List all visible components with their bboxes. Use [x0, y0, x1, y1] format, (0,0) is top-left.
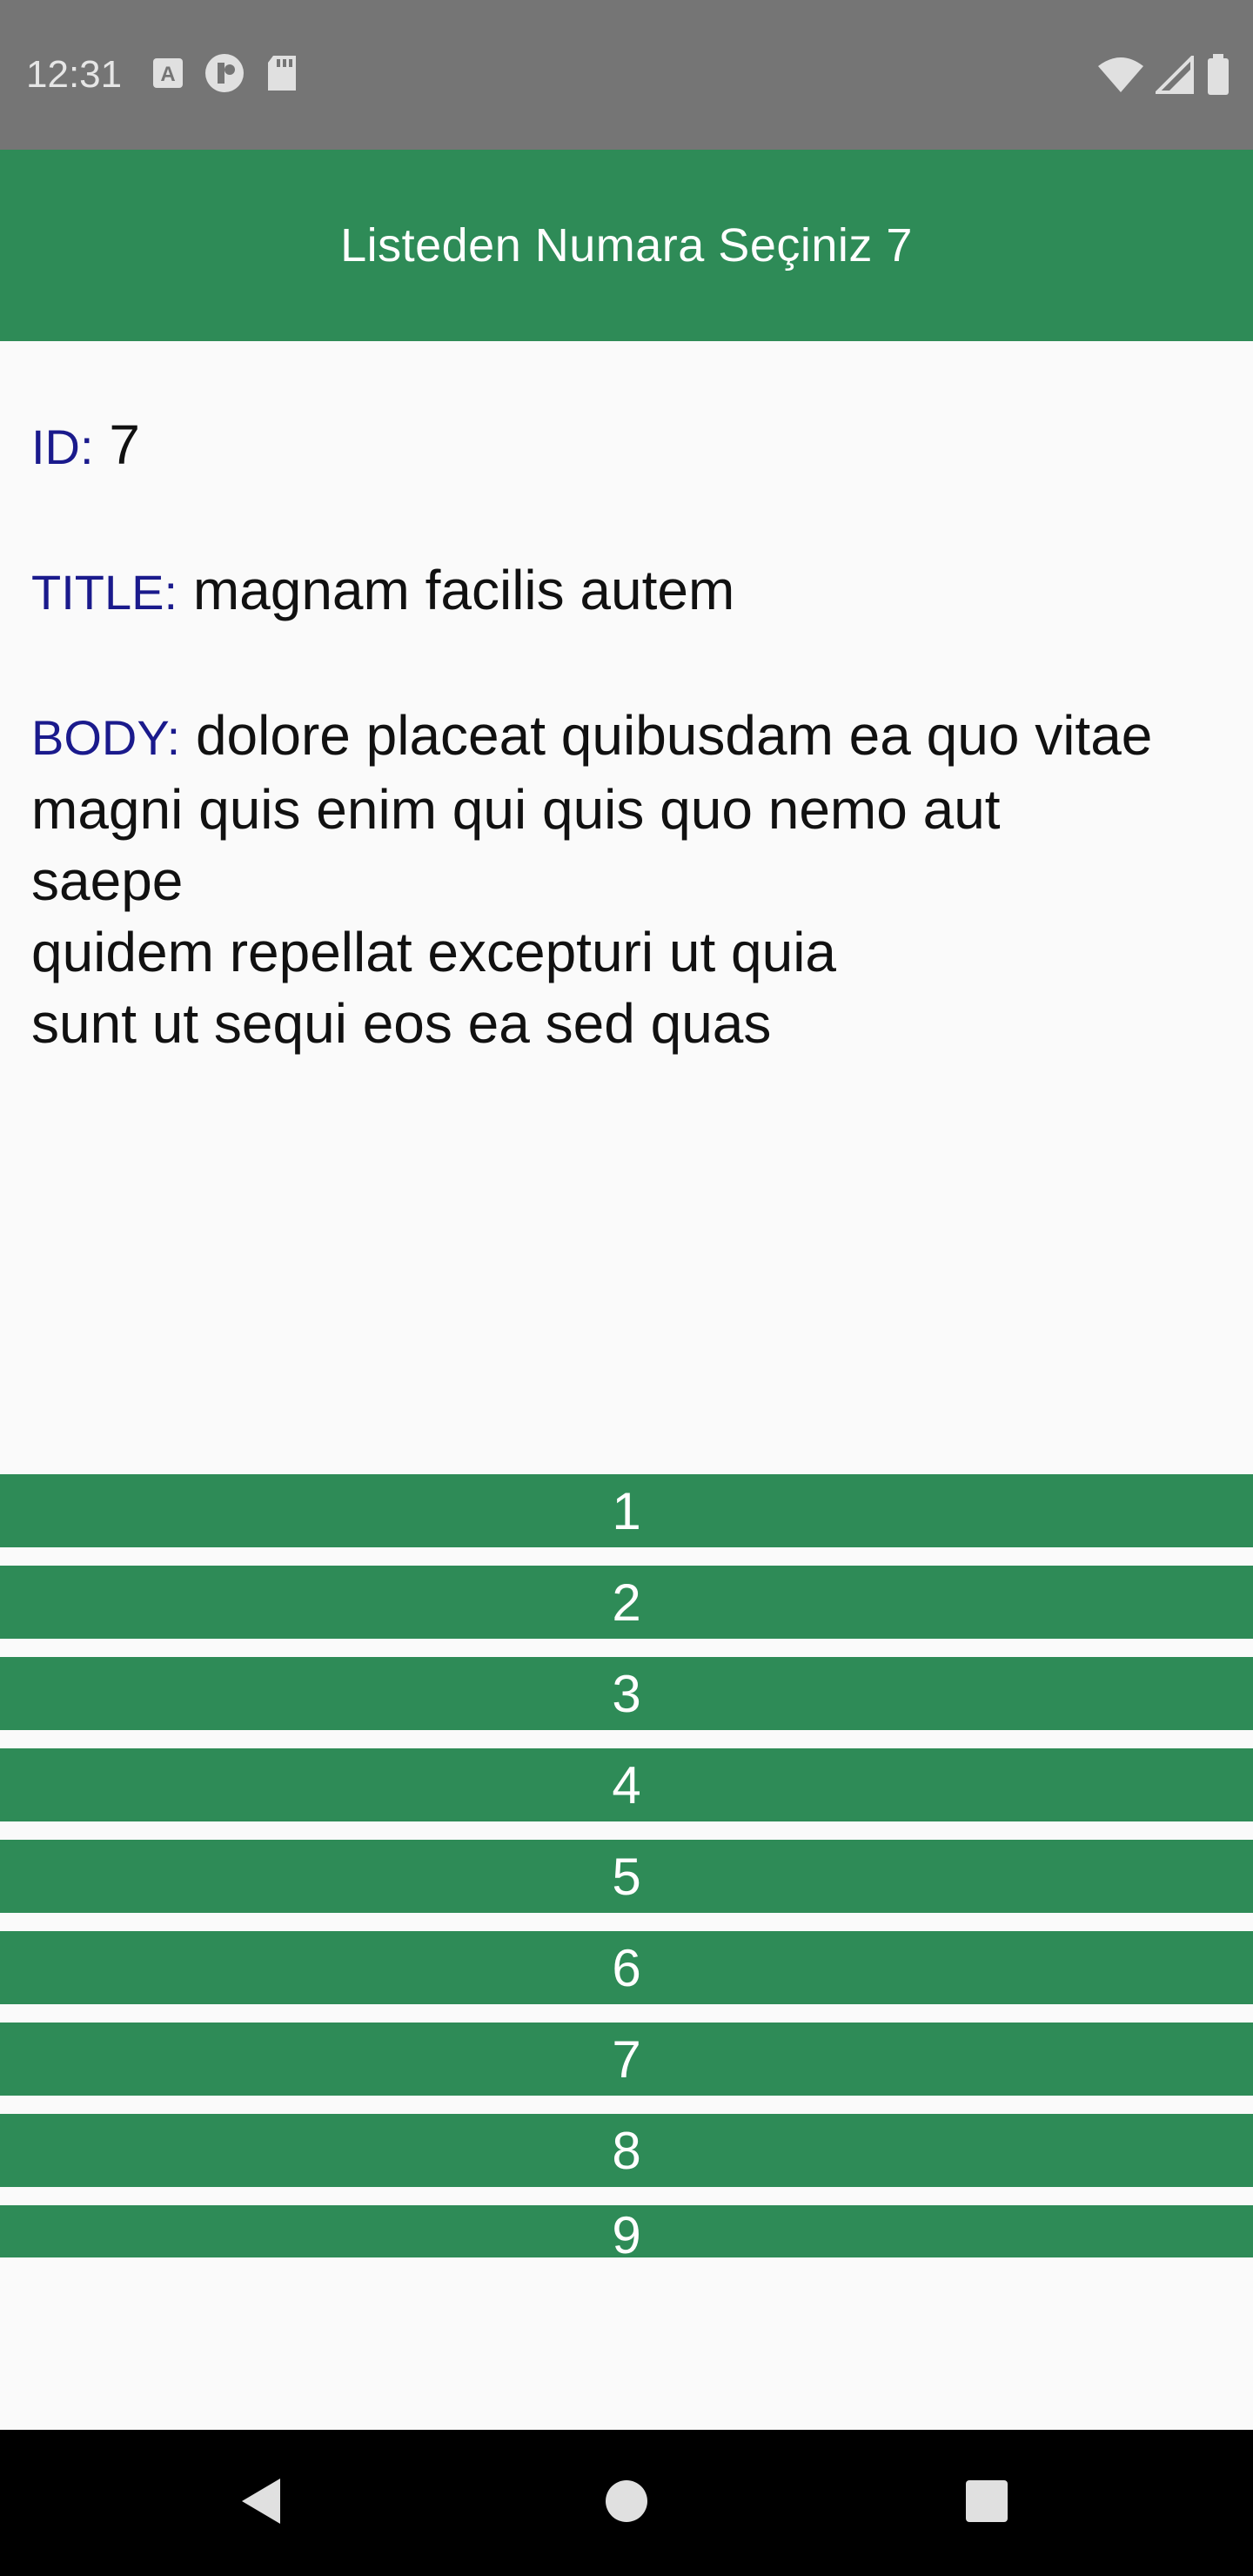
- home-button[interactable]: [539, 2430, 714, 2576]
- number-button-3[interactable]: 3: [0, 1657, 1253, 1730]
- number-list[interactable]: 1 2 3 4 5 6 7 8 9: [0, 1474, 1253, 2257]
- number-button-8[interactable]: 8: [0, 2114, 1253, 2187]
- status-time: 12:31: [26, 53, 123, 96]
- status-left-icons: A: [151, 52, 299, 98]
- title-row: TITLE: magnam facilis autem: [31, 554, 1232, 628]
- back-icon: [237, 2475, 285, 2532]
- body-label: BODY:: [31, 710, 181, 765]
- title-label: TITLE:: [31, 565, 178, 620]
- wifi-icon: [1098, 56, 1143, 98]
- sd-card-icon: [265, 54, 299, 97]
- svg-text:A: A: [160, 63, 175, 86]
- battery-icon: [1206, 54, 1230, 100]
- number-button-6[interactable]: 6: [0, 1931, 1253, 2004]
- body-value: dolore placeat quibusdam ea quo vitae ma…: [31, 704, 1153, 1055]
- number-button-5[interactable]: 5: [0, 1840, 1253, 1913]
- number-button-7[interactable]: 7: [0, 2023, 1253, 2096]
- home-icon: [604, 2479, 649, 2528]
- app-title: Listeden Numara Seçiniz 7: [340, 219, 913, 272]
- post-detail: ID: 7 TITLE: magnam facilis autem BODY: …: [31, 409, 1232, 1059]
- number-button-2[interactable]: 2: [0, 1566, 1253, 1639]
- status-right-icons: [1098, 53, 1230, 100]
- status-bar: 12:31 A: [0, 0, 1253, 150]
- number-button-9[interactable]: 9: [0, 2205, 1253, 2257]
- number-button-4[interactable]: 4: [0, 1748, 1253, 1821]
- recents-icon: [964, 2479, 1009, 2528]
- app-bar: Listeden Numara Seçiniz 7: [0, 150, 1253, 341]
- a-keyboard-icon: A: [151, 57, 184, 94]
- navigation-bar: [0, 2430, 1253, 2576]
- number-button-1[interactable]: 1: [0, 1474, 1253, 1547]
- back-button[interactable]: [174, 2430, 348, 2576]
- id-row: ID: 7: [31, 409, 1232, 483]
- recents-button[interactable]: [900, 2430, 1074, 2576]
- circle-notification-icon: [204, 52, 245, 98]
- id-label: ID:: [31, 419, 94, 474]
- cell-signal-icon: [1153, 53, 1194, 98]
- body-row: BODY: dolore placeat quibusdam ea quo vi…: [31, 700, 1232, 1059]
- title-value: magnam facilis autem: [192, 559, 735, 621]
- id-value: 7: [109, 413, 140, 476]
